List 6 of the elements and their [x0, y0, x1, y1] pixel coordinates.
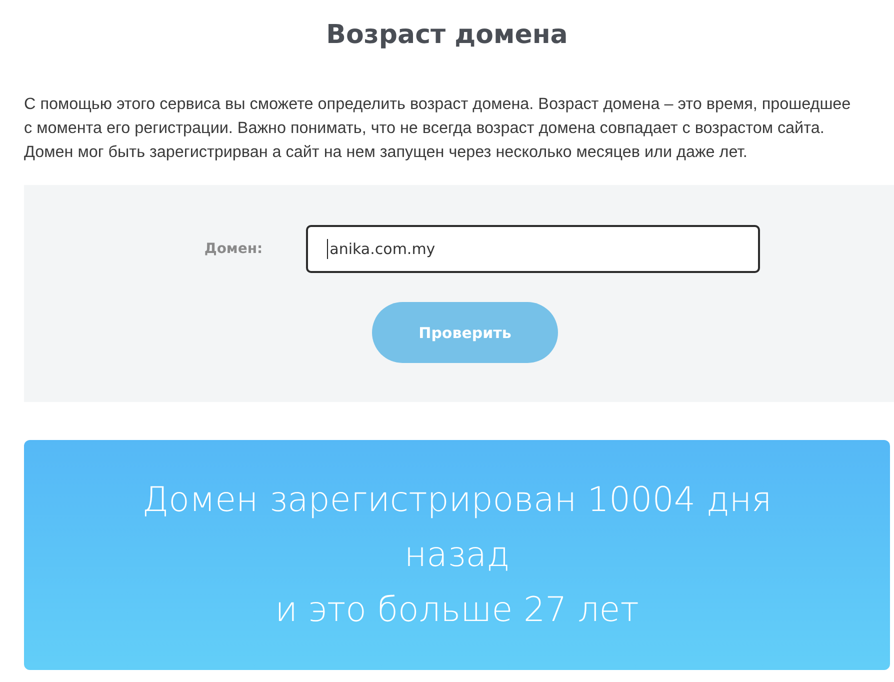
- page-title: Возраст домена: [326, 19, 568, 52]
- domain-input[interactable]: anika.com.my: [306, 225, 760, 273]
- description-text: С помощью этого сервиса вы сможете определить возраст домена. Возраст домена – это время, прошедшее с момента его регистрации. Важно понимать, что не всегда возраст домена совпадает с возрастом сайта. Домен мог быть зарегистрирван а сайт на нем запущен через несколько месяцев или даже лет.: [24, 94, 852, 163]
- domain-label: Домен:: [204, 241, 263, 257]
- text-cursor-icon: [326, 239, 328, 259]
- result-text: и это больше 27 лет: [275, 588, 639, 632]
